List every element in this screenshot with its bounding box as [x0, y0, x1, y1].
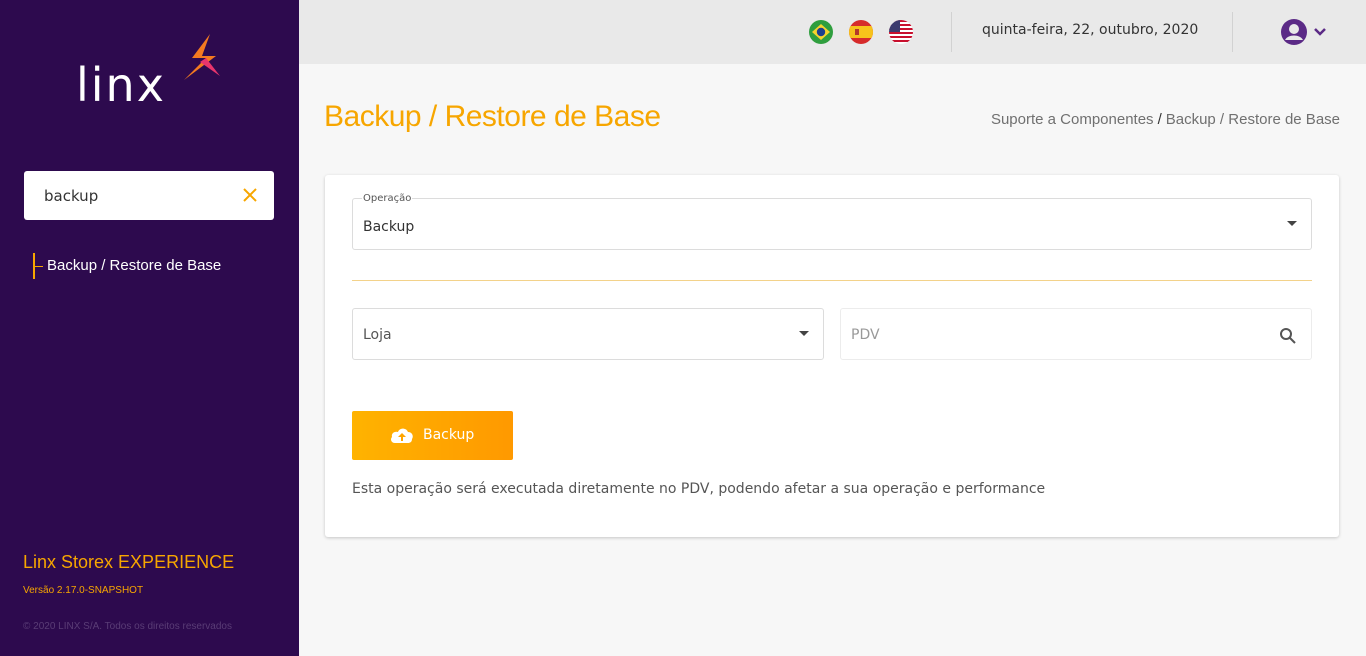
warning-note: Esta operação será executada diretamente…	[352, 481, 1046, 497]
brand-name: Linx Storex EXPERIENCE	[23, 552, 235, 572]
search-input[interactable]	[44, 171, 224, 220]
copyright: © 2020 LINX S/A. Todos os direitos reser…	[23, 621, 232, 632]
header-divider	[1232, 12, 1233, 52]
dropdown-arrow-icon	[799, 331, 809, 336]
page-title: Backup / Restore de Base	[324, 100, 661, 133]
clear-search-icon[interactable]	[240, 185, 260, 205]
operation-value: Backup	[363, 219, 415, 235]
breadcrumb: Suporte a Componentes / Backup / Restore d…	[991, 111, 1340, 128]
user-avatar-icon	[1281, 19, 1307, 45]
header-divider	[951, 12, 952, 52]
top-bar: quinta-feira, 22, outubro, 2020	[299, 0, 1366, 64]
backup-button[interactable]: Backup	[352, 411, 513, 460]
user-menu-button[interactable]	[1280, 18, 1332, 46]
store-select[interactable]: Loja	[352, 308, 824, 360]
brazil-flag-icon[interactable]	[809, 20, 833, 44]
app-version: Versão 2.17.0-SNAPSHOT	[23, 585, 144, 596]
sidebar: linx Backup / Restore de Base Linx Store…	[0, 0, 299, 656]
dropdown-arrow-icon	[1287, 221, 1297, 226]
pdv-field: PDV	[840, 308, 1312, 360]
spain-flag-icon[interactable]	[849, 20, 873, 44]
cloud-upload-icon	[391, 428, 413, 443]
current-date: quinta-feira, 22, outubro, 2020	[982, 22, 1199, 38]
usa-flag-icon[interactable]	[889, 20, 913, 44]
pdv-input[interactable]: PDV	[851, 327, 880, 343]
logo-mark-icon	[184, 34, 220, 80]
breadcrumb-current: Backup / Restore de Base	[1165, 111, 1340, 128]
operation-select[interactable]: Operação Backup	[352, 193, 1312, 250]
breadcrumb-parent[interactable]: Suporte a Componentes	[991, 111, 1154, 128]
breadcrumb-separator: /	[1157, 111, 1162, 128]
logo-text: linx	[76, 58, 166, 112]
chevron-down-icon	[1314, 28, 1326, 36]
sidebar-item-backup-restore[interactable]: Backup / Restore de Base	[33, 253, 221, 279]
store-value: Loja	[363, 327, 392, 343]
backup-form-card: Operação Backup Loja PDV Backup Esta ope…	[325, 175, 1339, 537]
backup-button-label: Backup	[423, 427, 475, 443]
search-box	[24, 171, 274, 220]
section-divider	[352, 280, 1312, 281]
search-icon[interactable]	[1279, 327, 1297, 345]
operation-label: Operação	[362, 193, 413, 204]
linx-logo[interactable]: linx	[76, 32, 226, 122]
